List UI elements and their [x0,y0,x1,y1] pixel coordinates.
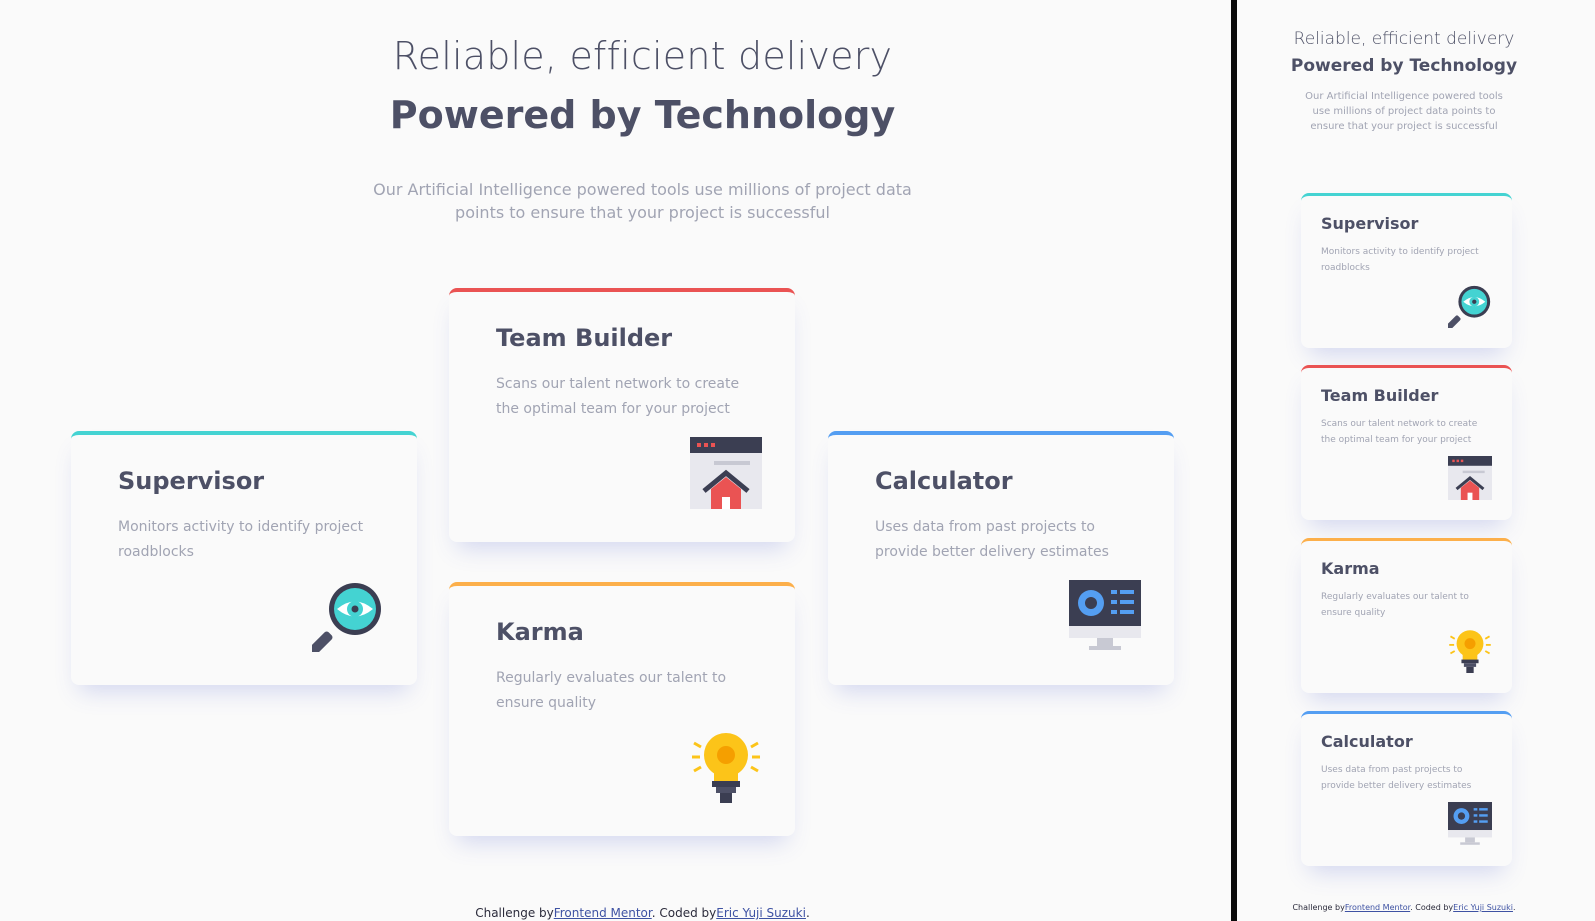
monitor-chart-icon [1069,580,1141,650]
attribution-middle: . Coded by [1410,903,1454,912]
author-link[interactable]: Eric Yuji Suzuki [716,906,806,920]
magnifier-eye-icon [312,583,381,652]
card-title: Supervisor [1321,214,1419,233]
attribution-middle: . Coded by [651,906,717,920]
card-description: Scans our talent network to create the o… [1321,419,1478,445]
card-supervisor: Supervisor Monitors activity to identify… [71,431,417,685]
attribution-suffix: . [1512,903,1516,912]
card-calculator: Calculator Uses data from past projects … [1301,711,1512,866]
attribution-suffix: . [805,906,810,920]
lightbulb-icon [692,733,760,803]
card-calculator: Calculator Uses data from past projects … [828,431,1174,685]
frontend-mentor-link[interactable]: Frontend Mentor [554,906,652,920]
page-title-light: Reliable, efficient delivery [392,34,893,78]
browser-house-icon [690,437,762,509]
attribution-prefix: Challenge by [1292,903,1345,912]
card-title: Team Builder [1321,386,1439,405]
browser-house-icon [1448,456,1492,500]
card-karma: Karma Regularly evaluates our talent to … [1301,538,1512,693]
page-title-bold: Powered by Technology [389,93,896,137]
card-description: Regularly evaluates our talent to ensure… [1321,592,1469,618]
card-title: Calculator [1321,732,1413,751]
frontend-mentor-link[interactable]: Frontend Mentor [1345,903,1410,912]
magnifier-eye-icon [1448,285,1491,328]
attribution-prefix: Challenge by [475,906,554,920]
card-description: Scans our talent network to create the o… [496,376,740,417]
desktop-view: Reliable, efficient delivery Powered by … [0,0,1231,921]
page-title-bold: Powered by Technology [1290,56,1518,76]
card-title: Calculator [875,467,1013,495]
card-description: Monitors activity to identify project ro… [1321,247,1479,273]
card-team-builder: Team Builder Scans our talent network to… [449,288,795,542]
card-title: Karma [496,618,584,646]
card-description: Regularly evaluates our talent to ensure… [496,670,727,711]
card-title: Team Builder [496,324,673,352]
card-title: Supervisor [118,467,265,495]
attribution: Challenge byFrontend Mentor. Coded byEri… [0,906,1285,920]
mobile-view: Reliable, efficient delivery Powered by … [1237,0,1595,921]
card-supervisor: Supervisor Monitors activity to identify… [1301,193,1512,348]
card-team-builder: Team Builder Scans our talent network to… [1301,365,1512,520]
author-link[interactable]: Eric Yuji Suzuki [1453,903,1513,912]
page-title-light: Reliable, efficient delivery [1293,29,1515,49]
attribution: Challenge byFrontend Mentor. Coded byEri… [1237,903,1571,912]
page-subtitle: Our Artificial Intelligence powered tool… [1305,91,1503,132]
lightbulb-icon [1449,630,1491,673]
card-description: Monitors activity to identify project ro… [118,519,364,560]
page-subtitle: Our Artificial Intelligence powered tool… [373,180,912,222]
card-description: Uses data from past projects to provide … [1321,765,1472,791]
monitor-chart-icon [1448,802,1492,845]
card-title: Karma [1321,559,1380,578]
card-karma: Karma Regularly evaluates our talent to … [449,582,795,836]
card-description: Uses data from past projects to provide … [875,519,1109,560]
